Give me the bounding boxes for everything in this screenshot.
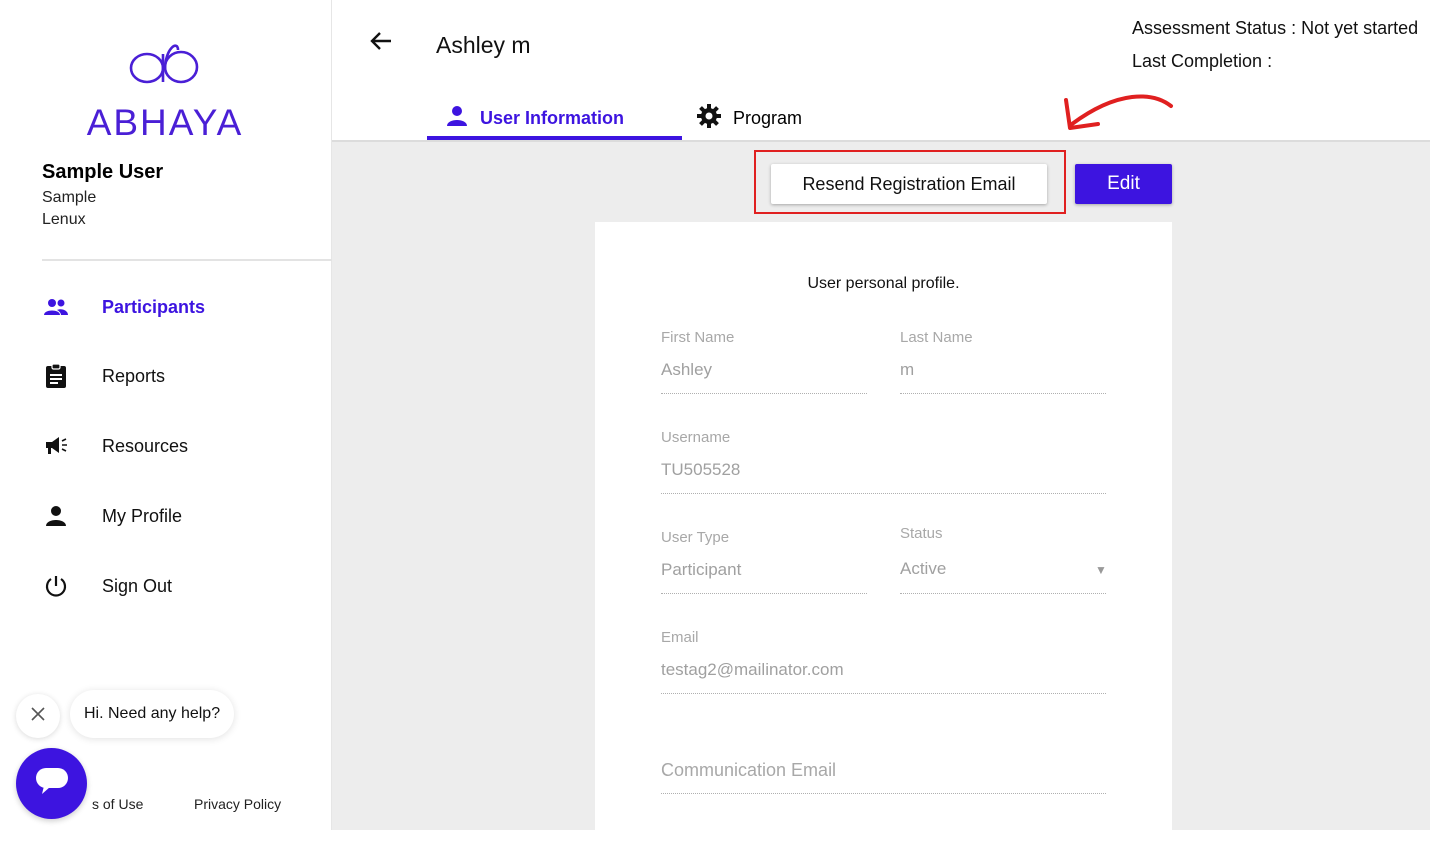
profile-card-title: User personal profile. [807, 275, 960, 292]
gear-icon [697, 103, 721, 133]
close-icon [31, 706, 45, 726]
chat-icon [34, 766, 70, 801]
megaphone-icon [42, 432, 70, 460]
sidebar-item-resources[interactable]: Resources [42, 426, 322, 466]
username-underline [661, 493, 1106, 494]
person-icon [42, 502, 70, 530]
active-tab-indicator [427, 136, 682, 140]
last-name-underline [900, 393, 1106, 394]
sidebar: ABHAYA Sample User Sample Lenux Particip… [0, 0, 332, 830]
tab-label: Program [733, 107, 803, 128]
first-name-label: First Name [661, 329, 735, 346]
status-select[interactable]: Active [900, 559, 946, 579]
sidebar-divider [42, 259, 332, 261]
user-location: Lenux [42, 211, 86, 228]
sidebar-item-my-profile[interactable]: My Profile [42, 496, 322, 536]
dropdown-arrow-icon[interactable]: ▼ [1095, 563, 1107, 577]
user-type-underline [661, 593, 867, 594]
chat-launcher-button[interactable] [16, 748, 87, 819]
status-label: Status [900, 525, 943, 542]
tab-user-information[interactable]: User Information [446, 96, 624, 140]
chat-greeting[interactable]: Hi. Need any help? [70, 690, 235, 738]
first-name-underline [661, 393, 867, 394]
resend-registration-email-button[interactable]: Resend Registration Email [771, 164, 1047, 204]
user-type-label: User Type [661, 529, 730, 546]
user-org: Sample [42, 189, 97, 206]
username-label: Username [661, 429, 731, 446]
assessment-status: Assessment Status : Not yet started [1132, 18, 1419, 38]
email-field[interactable]: testag2@mailinator.com [661, 660, 844, 680]
status-underline [900, 593, 1106, 594]
sidebar-item-label: Resources [102, 435, 189, 456]
username-field[interactable]: TU505528 [661, 460, 740, 480]
person-icon [446, 105, 468, 132]
sidebar-item-label: Sign Out [102, 575, 173, 596]
clipboard-icon [42, 362, 70, 390]
last-name-field[interactable]: m [900, 360, 914, 380]
user-name: Sample User [42, 161, 164, 183]
tab-label: User Information [480, 107, 625, 128]
sidebar-item-participants[interactable]: Participants [42, 287, 322, 327]
email-label: Email [661, 629, 699, 646]
arrow-left-icon [370, 31, 392, 56]
email-underline [661, 693, 1106, 694]
communication-email-field[interactable]: Communication Email [661, 760, 836, 781]
chat-close-button[interactable] [16, 694, 60, 738]
sidebar-item-label: My Profile [102, 505, 183, 526]
privacy-policy-link[interactable]: Privacy Policy [194, 796, 281, 812]
communication-email-underline [661, 793, 1106, 794]
annotation-arrow [1064, 94, 1173, 130]
back-button[interactable] [366, 28, 396, 58]
edit-button[interactable]: Edit [1075, 164, 1172, 204]
last-name-label: Last Name [900, 329, 973, 346]
terms-of-use-link[interactable]: s of Use [92, 796, 143, 812]
last-completion: Last Completion : [1132, 51, 1273, 71]
page-title: Ashley m [436, 32, 531, 58]
sidebar-item-sign-out[interactable]: Sign Out [42, 566, 322, 606]
tab-program[interactable]: Program [697, 96, 802, 140]
participants-icon [42, 293, 70, 321]
sidebar-item-label: Participants [102, 296, 206, 317]
sidebar-item-reports[interactable]: Reports [42, 356, 322, 396]
power-icon [42, 572, 70, 600]
first-name-field[interactable]: Ashley [661, 360, 712, 380]
user-type-field[interactable]: Participant [661, 560, 741, 580]
sidebar-item-label: Reports [102, 365, 166, 386]
brand-name: ABHAYA [86, 102, 244, 143]
